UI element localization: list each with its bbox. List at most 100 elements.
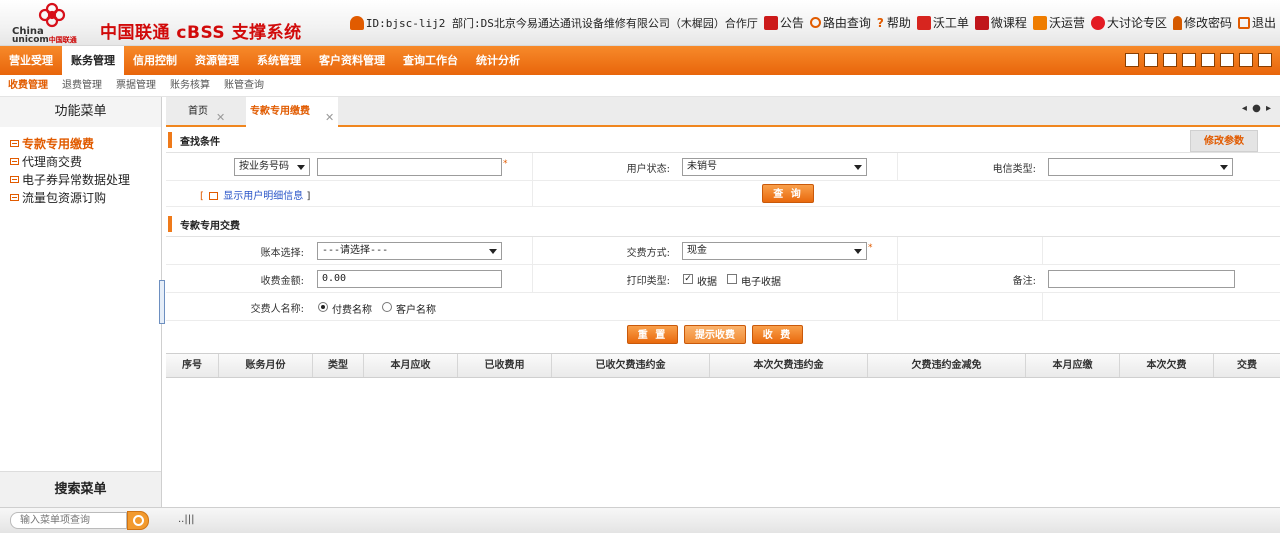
column-header[interactable]: 本次欠费违约金: [710, 354, 868, 377]
subnav-accounting[interactable]: 账务核算: [170, 75, 210, 97]
subnav-receipt[interactable]: 票据管理: [116, 75, 156, 97]
nav-tab-credit[interactable]: 信用控制: [124, 46, 186, 75]
layout-icon[interactable]: [1201, 53, 1215, 67]
calendar-icon[interactable]: [1163, 53, 1177, 67]
panel-collapse-handle[interactable]: [159, 280, 165, 324]
query-value-input[interactable]: [317, 158, 502, 176]
forum-link[interactable]: 大讨论专区: [1090, 14, 1167, 31]
e-receipt-checkbox[interactable]: [727, 274, 737, 284]
system-title: 中国联通 cBSS 支撑系统: [100, 23, 302, 43]
nav-tab-resource[interactable]: 资源管理: [186, 46, 248, 75]
announcement-link[interactable]: 公告: [763, 14, 804, 31]
tab-special-payment[interactable]: 专款专用缴费 ✕: [246, 97, 338, 127]
switch-icon[interactable]: [1144, 53, 1158, 67]
account-row: 账本选择: ---请选择--- 交费方式: 现金 *: [166, 237, 1280, 265]
pay-method-select[interactable]: 现金: [682, 242, 867, 260]
split-view-icon[interactable]: [1220, 53, 1234, 67]
tab-home[interactable]: 首页 ✕: [166, 97, 225, 127]
key-icon: [1172, 15, 1182, 30]
show-detail-link[interactable]: [ 显示用户明细信息 ]: [200, 187, 310, 202]
logout-icon: [1237, 16, 1250, 29]
payment-section-header: 专款专用交费: [166, 211, 1280, 237]
route-query-link[interactable]: 路由查询: [809, 14, 871, 31]
main-nav: 营业受理 账务管理 信用控制 资源管理 系统管理 客户资料管理 查询工作台 统计…: [0, 46, 1280, 75]
column-header[interactable]: 类型: [313, 354, 364, 377]
payment-action-row: 重 置 提示收费 收 费: [166, 321, 1280, 347]
status-indicator: ..|||: [178, 514, 195, 525]
help-icon: ?: [876, 15, 884, 30]
page-tab-bar: 首页 ✕ 专款专用缴费 ✕ ◂ ● ▸: [166, 97, 1280, 127]
micro-course-link[interactable]: 微课程: [974, 14, 1027, 31]
reset-button[interactable]: 重 置: [627, 325, 678, 344]
column-header[interactable]: 本月应缴: [1026, 354, 1120, 377]
search-menu-title: 搜索菜单: [0, 471, 161, 507]
menu-search-button[interactable]: [127, 511, 149, 530]
remark-input[interactable]: [1048, 270, 1235, 288]
search-row: 按业务号码 * 用户状态: 未销号 电信类型:: [166, 153, 1280, 181]
logout-link[interactable]: 退出: [1237, 14, 1276, 31]
column-header[interactable]: 账务月份: [219, 354, 313, 377]
nav-tab-system[interactable]: 系统管理: [248, 46, 310, 75]
menu-search-input[interactable]: [10, 512, 127, 529]
query-type-select[interactable]: 按业务号码: [234, 158, 310, 176]
payer-name-radio[interactable]: [318, 302, 328, 312]
china-unicom-logo: China unicom中国联通: [10, 2, 90, 45]
account-select[interactable]: ---请选择---: [317, 242, 502, 260]
user-status-select[interactable]: 未销号: [682, 158, 867, 176]
top-links-bar: ID:bjsc-lij2 部门:DS北京今易通达通讯设备维修有限公司（木樨园）合…: [344, 14, 1276, 31]
column-header[interactable]: 本次欠费: [1120, 354, 1214, 377]
folder-icon: [10, 139, 19, 147]
column-header[interactable]: 交费: [1214, 354, 1280, 377]
column-header[interactable]: 欠费违约金减免: [868, 354, 1026, 377]
account-label: 账本选择:: [260, 248, 304, 259]
query-button[interactable]: 查 询: [762, 184, 814, 203]
edit-params-button[interactable]: 修改参数: [1190, 130, 1258, 152]
operations-link[interactable]: 沃运营: [1032, 14, 1085, 31]
prompt-charge-button[interactable]: 提示收费: [684, 325, 746, 344]
receipt-checkbox[interactable]: ✓: [683, 274, 693, 284]
menu-item-data-package[interactable]: 流量包资源订购: [0, 188, 161, 206]
telecom-type-select[interactable]: [1048, 158, 1233, 176]
menu-item-agent-payment[interactable]: 代理商交费: [0, 152, 161, 170]
announcement-icon: [763, 15, 778, 30]
column-header[interactable]: 本月应收: [364, 354, 458, 377]
search-action-row: [ 显示用户明细信息 ] 查 询: [166, 181, 1280, 207]
section-title: 专款专用交费: [180, 221, 240, 232]
nav-tab-accounting[interactable]: 账务管理: [62, 46, 124, 75]
logo-cn: 中国联通: [48, 36, 77, 44]
subnav-query[interactable]: 账管查询: [224, 75, 264, 97]
billing-table-header: 序号 账务月份 类型 本月应收 已收费用 已收欠费违约金 本次欠费违约金 欠费违…: [166, 353, 1280, 378]
change-password-link[interactable]: 修改密码: [1172, 14, 1232, 31]
logo-line-2: unicom: [12, 35, 49, 45]
nav-tab-customer[interactable]: 客户资料管理: [310, 46, 394, 75]
customer-name-radio[interactable]: [382, 302, 392, 312]
window-icon[interactable]: [1182, 53, 1196, 67]
nav-toolbar: [1120, 53, 1272, 67]
nav-tab-statistics[interactable]: 统计分析: [467, 46, 529, 75]
menu-item-evoucher-exception[interactable]: 电子券异常数据处理: [0, 170, 161, 188]
column-header[interactable]: 序号: [166, 354, 219, 377]
user-icon: [349, 15, 364, 30]
nav-tab-query[interactable]: 查询工作台: [394, 46, 467, 75]
amount-row: 收费金额: 0.00 打印类型: ✓ 收据 电子收据 备注:: [166, 265, 1280, 293]
work-order-link[interactable]: 沃工单: [916, 14, 969, 31]
help-link[interactable]: ? 帮助: [877, 14, 911, 31]
menu-item-special-payment[interactable]: 专款专用缴费: [0, 134, 161, 152]
restore-icon[interactable]: [1239, 53, 1253, 67]
column-header[interactable]: 已收欠费违约金: [552, 354, 710, 377]
column-header[interactable]: 已收费用: [458, 354, 552, 377]
charge-button[interactable]: 收 费: [752, 325, 803, 344]
nav-tab-business[interactable]: 营业受理: [0, 46, 62, 75]
function-menu-title: 功能菜单: [0, 97, 161, 127]
amount-input[interactable]: 0.00: [317, 270, 502, 288]
payer-name-option-label: 付费名称: [332, 305, 372, 316]
folder-icon: [10, 193, 19, 201]
subnav-charge[interactable]: 收费管理: [8, 75, 48, 97]
maximize-icon[interactable]: [1258, 53, 1272, 67]
subnav-refund[interactable]: 退费管理: [62, 75, 102, 97]
user-status-label: 用户状态:: [626, 164, 670, 175]
tab-scroll-arrows[interactable]: ◂ ● ▸: [1242, 103, 1272, 114]
user-settings-icon[interactable]: [1125, 53, 1139, 67]
telecom-type-label: 电信类型:: [992, 164, 1036, 175]
course-icon: [974, 15, 989, 30]
